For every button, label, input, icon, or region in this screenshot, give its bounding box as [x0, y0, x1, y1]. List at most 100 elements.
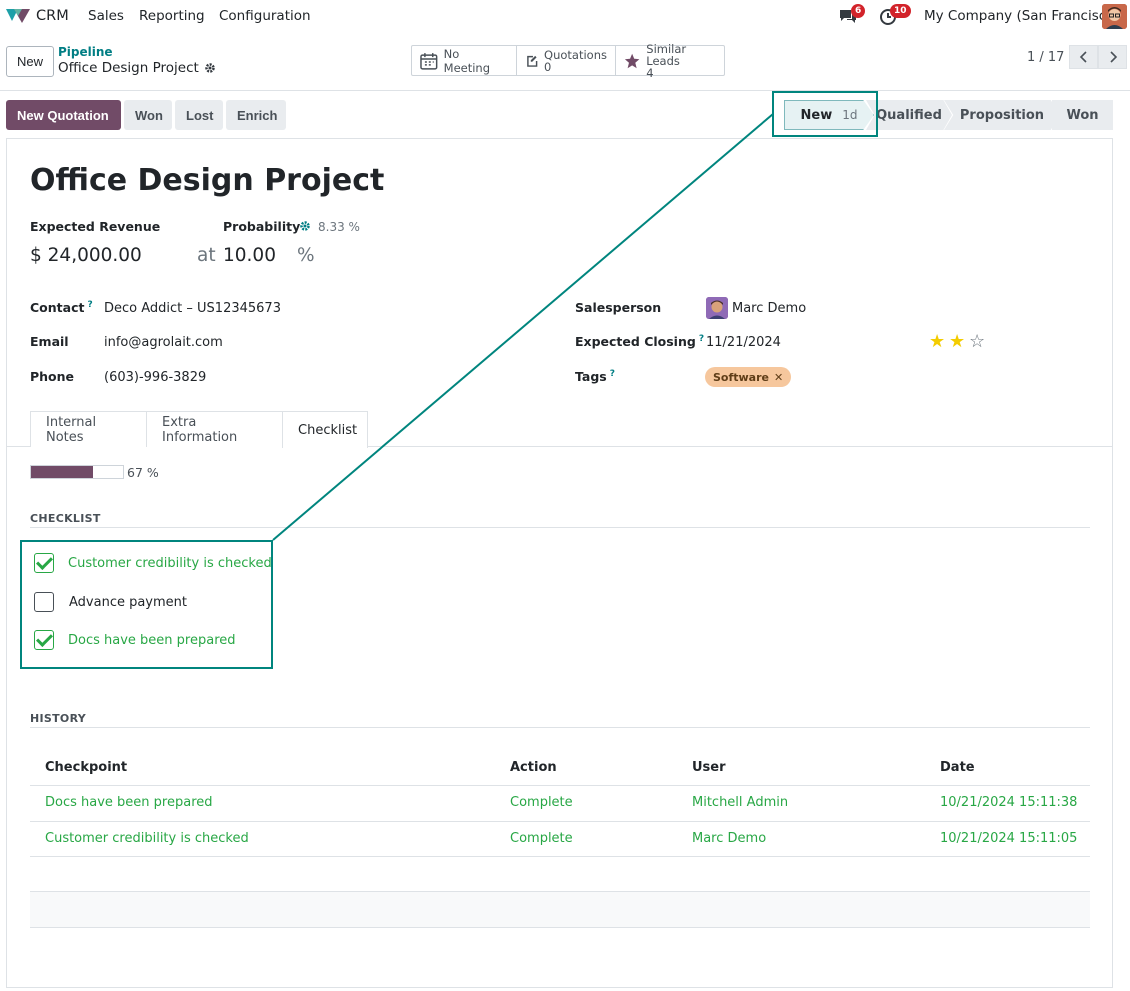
stage-qualified-label: Qualified [876, 107, 942, 123]
won-button[interactable]: Won [124, 100, 172, 130]
annotation-checklist-highlight [20, 540, 273, 669]
priority-star-2-icon[interactable]: ★ [949, 331, 965, 352]
star-icon [624, 53, 640, 68]
column-user[interactable]: User [692, 760, 726, 775]
column-action[interactable]: Action [510, 760, 557, 775]
expected-closing-label-text: Expected Closing [575, 334, 696, 350]
probability-gear-icon[interactable] [299, 220, 311, 232]
history-cell-user[interactable]: Mitchell Admin [692, 795, 788, 810]
lost-button[interactable]: Lost [175, 100, 223, 130]
smart-buttons: No Meeting Quotations 0 Similar Leads 4 [411, 41, 725, 79]
expected-closing-field[interactable]: 11/21/2024 [706, 335, 781, 350]
history-cell-date[interactable]: 10/21/2024 15:11:38 [940, 795, 1077, 810]
priority-star-1-icon[interactable]: ★ [929, 331, 945, 352]
pager-next-button[interactable] [1098, 45, 1127, 69]
quotations-count: 0 [544, 59, 552, 74]
company-switcher[interactable]: My Company (San Francisco) [924, 8, 1120, 24]
column-date[interactable]: Date [940, 760, 975, 775]
tags-help[interactable]: ? [610, 369, 615, 379]
phone-field[interactable]: (603)-996-3829 [104, 370, 206, 385]
checklist-divider [30, 527, 1090, 528]
stage-won[interactable]: Won [1052, 100, 1113, 130]
expected-closing-label: Expected Closing? [575, 334, 704, 349]
tag-software[interactable]: Software ✕ [705, 367, 792, 387]
meeting-smart-button[interactable]: No Meeting [412, 46, 517, 75]
chevron-left-icon [1079, 51, 1087, 63]
stage-proposition[interactable]: Proposition [944, 100, 1060, 130]
contact-field[interactable]: Deco Addict – US12345673 [104, 301, 281, 316]
meeting-label: No Meeting [443, 46, 491, 75]
phone-label: Phone [30, 369, 75, 384]
menu-sales[interactable]: Sales [88, 8, 124, 24]
user-avatar[interactable] [1102, 4, 1127, 29]
stage-proposition-label: Proposition [959, 107, 1045, 123]
tab-extra-information[interactable]: Extra Information [146, 411, 283, 447]
messages-badge: 6 [851, 4, 866, 18]
history-cell-date[interactable]: 10/21/2024 15:11:05 [940, 831, 1077, 846]
history-cell-action[interactable]: Complete [510, 795, 573, 810]
tab-checklist-label: Checklist [298, 422, 358, 438]
gear-icon[interactable] [204, 62, 216, 74]
edit-document-icon [527, 55, 538, 67]
history-cell-checkpoint[interactable]: Docs have been prepared [45, 795, 213, 810]
checklist-progress-bar [30, 465, 124, 479]
history-cell-checkpoint[interactable]: Customer credibility is checked [45, 831, 249, 846]
tab-extra-information-label: Extra Information [162, 414, 238, 445]
history-heading: HISTORY [30, 712, 87, 725]
control-panel: New Pipeline Office Design Project No Me… [0, 33, 1130, 91]
salesperson-label: Salesperson [575, 300, 662, 315]
tag-label: Software [713, 370, 769, 384]
breadcrumb-current-label: Office Design Project [58, 60, 199, 76]
tab-checklist[interactable]: Checklist [282, 411, 368, 448]
quotations-smart-button[interactable]: Quotations 0 [517, 46, 616, 75]
menu-reporting[interactable]: Reporting [139, 8, 205, 24]
expected-closing-help[interactable]: ? [699, 334, 704, 344]
history-divider [30, 727, 1090, 728]
empty-table-row [30, 892, 1090, 927]
checklist-progress-value: 67 % [127, 465, 159, 480]
menu-configuration[interactable]: Configuration [219, 8, 311, 24]
table-divider [30, 927, 1090, 928]
similar-leads-smart-button[interactable]: Similar Leads 4 [616, 41, 724, 79]
crm-logo-icon[interactable] [6, 7, 30, 25]
contact-help[interactable]: ? [87, 300, 92, 310]
contact-label-text: Contact [30, 300, 85, 316]
annotation-stage-highlight [772, 91, 878, 137]
probability-field[interactable]: 10.00 [223, 245, 276, 266]
app-name[interactable]: CRM [36, 8, 69, 24]
top-navbar: CRM Sales Reporting Configuration 6 10 M… [0, 0, 1130, 33]
pager-value[interactable]: 1 / 17 [1027, 50, 1064, 65]
new-record-button[interactable]: New [6, 46, 54, 77]
tag-remove-icon[interactable]: ✕ [774, 371, 783, 384]
expected-revenue-label: Expected Revenue [30, 219, 161, 234]
tab-internal-notes[interactable]: Internal Notes [30, 411, 147, 447]
salesperson-field[interactable]: Marc Demo [732, 301, 806, 316]
breadcrumb-pipeline[interactable]: Pipeline [58, 45, 113, 59]
tab-internal-notes-label: Internal Notes [46, 414, 97, 445]
history-cell-user[interactable]: Marc Demo [692, 831, 766, 846]
column-checkpoint[interactable]: Checkpoint [45, 760, 127, 775]
expected-revenue-field[interactable]: $ 24,000.00 [30, 245, 142, 266]
email-field[interactable]: info@agrolait.com [104, 335, 223, 350]
pager-previous-button[interactable] [1069, 45, 1098, 69]
similar-leads-count: 4 [646, 65, 654, 80]
tags-label-text: Tags [575, 369, 607, 385]
stage-won-label: Won [1066, 107, 1099, 123]
new-quotation-button[interactable]: New Quotation [6, 100, 121, 130]
chevron-right-icon [1109, 51, 1117, 63]
table-divider [30, 785, 1090, 786]
table-divider [30, 821, 1090, 822]
probability-label: Probability [223, 219, 301, 234]
history-cell-action[interactable]: Complete [510, 831, 573, 846]
calendar-icon [420, 52, 438, 70]
email-label: Email [30, 334, 69, 349]
salesperson-avatar [706, 297, 728, 319]
similar-leads-label: Similar Leads [646, 41, 687, 68]
tags-label: Tags? [575, 369, 615, 384]
opportunity-title[interactable]: Office Design Project [30, 163, 384, 198]
automated-probability: 8.33 % [318, 220, 360, 234]
stage-qualified[interactable]: Qualified [866, 100, 952, 130]
priority-star-3-icon[interactable]: ☆ [969, 331, 985, 352]
activities-badge: 10 [890, 4, 911, 18]
enrich-button[interactable]: Enrich [226, 100, 286, 130]
